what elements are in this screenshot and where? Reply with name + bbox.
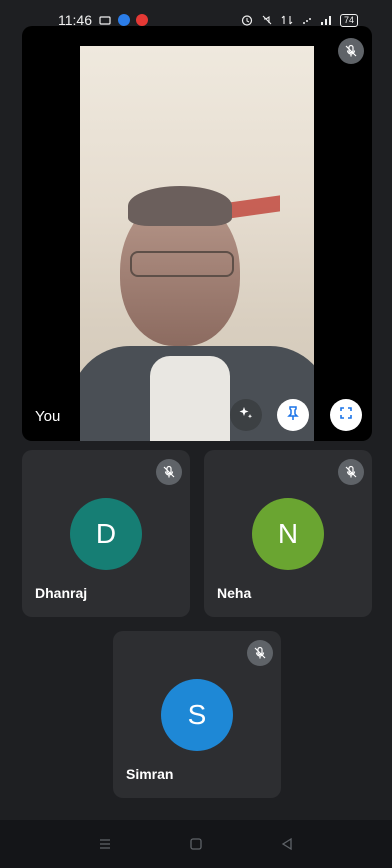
battery-indicator: 74	[339, 13, 358, 27]
avatar: S	[161, 679, 233, 751]
home-icon[interactable]	[188, 836, 204, 852]
participant-name: Dhanraj	[35, 585, 88, 601]
network-icon	[300, 13, 314, 27]
self-label: You	[35, 408, 61, 425]
sparkle-icon	[238, 405, 254, 426]
mic-off-icon	[247, 640, 273, 666]
self-video-tile[interactable]: You	[22, 26, 372, 441]
pin-button[interactable]	[277, 399, 309, 431]
menu-icon[interactable]	[97, 836, 113, 852]
avatar: D	[70, 498, 142, 570]
cast-icon	[98, 13, 112, 27]
status-right: 74	[240, 13, 358, 27]
participant-tile-dhanraj[interactable]: D Dhanraj	[22, 450, 190, 617]
effects-button[interactable]	[230, 399, 262, 431]
video-shirt	[150, 356, 230, 441]
avatar: N	[252, 498, 324, 570]
status-left: 11:46	[58, 12, 148, 28]
mic-off-icon	[338, 38, 364, 64]
mute-status-icon	[260, 13, 274, 27]
data-icon	[280, 13, 294, 27]
participant-name: Neha	[217, 585, 252, 601]
self-video-feed	[80, 46, 314, 441]
signal-icon	[320, 13, 334, 27]
fullscreen-button[interactable]	[330, 399, 362, 431]
video-hair	[128, 186, 232, 226]
status-bar: 11:46 74	[0, 0, 392, 40]
alert-notification-icon	[136, 14, 148, 26]
status-time: 11:46	[58, 12, 92, 28]
navigation-bar	[0, 820, 392, 868]
back-icon[interactable]	[279, 836, 295, 852]
alarm-icon	[240, 13, 254, 27]
participant-tile-neha[interactable]: N Neha	[204, 450, 372, 617]
mic-off-icon	[156, 459, 182, 485]
participant-name: Simran	[126, 766, 174, 782]
app-notification-icon	[118, 14, 130, 26]
mic-off-icon	[338, 459, 364, 485]
pin-icon	[285, 405, 301, 426]
video-glasses	[130, 251, 234, 277]
participant-tile-simran[interactable]: S Simran	[113, 631, 281, 798]
fullscreen-icon	[338, 405, 354, 426]
